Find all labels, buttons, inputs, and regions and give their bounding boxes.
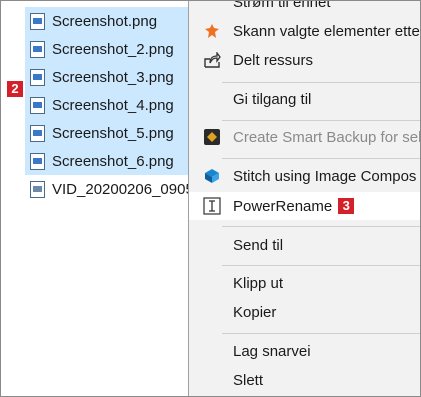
- menu-item-kopier[interactable]: Kopier: [189, 298, 420, 326]
- menu-item-powerrename[interactable]: PowerRename 3: [189, 192, 420, 220]
- file-item-screenshot[interactable]: Screenshot.png: [25, 7, 201, 35]
- menu-item-strom-til-enhet[interactable]: Strøm til enhet: [189, 0, 420, 16]
- menu-item-create-smart-backup[interactable]: Create Smart Backup for sel: [189, 123, 421, 151]
- bug-scan-icon: [203, 22, 221, 40]
- image-file-icon: [30, 12, 45, 30]
- image-file-icon: [30, 68, 45, 86]
- menu-item-label: Gi tilgang til: [233, 90, 312, 108]
- image-file-icon: [30, 96, 45, 114]
- image-file-icon: [30, 124, 45, 142]
- image-composite-icon: [203, 167, 221, 185]
- menu-item-stitch-image-composite[interactable]: Stitch using Image Compos: [189, 162, 420, 190]
- callout-badge-2: 2: [7, 81, 23, 97]
- smart-backup-icon: [203, 128, 221, 146]
- file-list: Screenshot.png Screenshot_2.png Screensh…: [1, 1, 201, 396]
- menu-item-label: Create Smart Backup for sel: [233, 128, 421, 146]
- menu-item-send-til[interactable]: Send til: [189, 231, 420, 259]
- file-item-screenshot-2[interactable]: Screenshot_2.png: [25, 35, 201, 63]
- file-item-screenshot-6[interactable]: Screenshot_6.png: [25, 147, 201, 175]
- callout-badge-3: 3: [338, 198, 355, 214]
- menu-separator: [222, 226, 420, 227]
- file-name: Screenshot_5.png: [52, 124, 174, 142]
- menu-item-label: Send til: [233, 236, 284, 254]
- image-file-icon: [30, 40, 45, 58]
- file-name: Screenshot_2.png: [52, 40, 174, 58]
- menu-item-lag-snarvei[interactable]: Lag snarvei: [189, 337, 420, 365]
- menu-separator: [222, 82, 420, 83]
- menu-item-label: Delt ressurs: [233, 51, 314, 69]
- file-name: Screenshot_6.png: [52, 152, 174, 170]
- file-name: VID_20200206_0905: [52, 180, 194, 198]
- context-menu: Strøm til enhet Skann valgte elementer e…: [188, 0, 421, 396]
- menu-item-slett[interactable]: Slett: [189, 366, 420, 394]
- file-item-screenshot-3[interactable]: Screenshot_3.png: [25, 63, 201, 91]
- menu-item-label: Slett: [233, 371, 264, 389]
- file-item-screenshot-4[interactable]: Screenshot_4.png: [25, 91, 201, 119]
- file-name: Screenshot_4.png: [52, 96, 174, 114]
- menu-item-label: Klipp ut: [233, 274, 284, 292]
- menu-separator: [222, 265, 420, 266]
- file-item-video[interactable]: VID_20200206_0905: [25, 175, 201, 203]
- image-file-icon: [30, 152, 45, 170]
- menu-item-skann[interactable]: Skann valgte elementer ette: [189, 17, 420, 45]
- menu-item-klipp-ut[interactable]: Klipp ut: [189, 269, 420, 297]
- explorer-window: Screenshot.png Screenshot_2.png Screensh…: [0, 0, 421, 397]
- menu-item-label: PowerRename: [233, 197, 333, 215]
- menu-separator: [222, 158, 420, 159]
- file-name: Screenshot_3.png: [52, 68, 174, 86]
- file-item-screenshot-5[interactable]: Screenshot_5.png: [25, 119, 201, 147]
- share-icon: [203, 51, 221, 69]
- powerrename-icon: [203, 197, 221, 215]
- menu-item-label: Skann valgte elementer ette: [233, 22, 420, 40]
- menu-item-gi-tilgang-til[interactable]: Gi tilgang til: [189, 85, 420, 113]
- menu-separator: [222, 333, 420, 334]
- video-file-icon: [30, 180, 45, 198]
- menu-item-delt-ressurs[interactable]: Delt ressurs: [189, 46, 420, 74]
- menu-separator: [222, 120, 420, 121]
- menu-item-label: Strøm til enhet: [233, 0, 331, 11]
- menu-item-label: Lag snarvei: [233, 342, 311, 360]
- file-name: Screenshot.png: [52, 12, 158, 30]
- menu-item-label: Stitch using Image Compos: [233, 167, 417, 185]
- menu-item-label: Kopier: [233, 303, 277, 321]
